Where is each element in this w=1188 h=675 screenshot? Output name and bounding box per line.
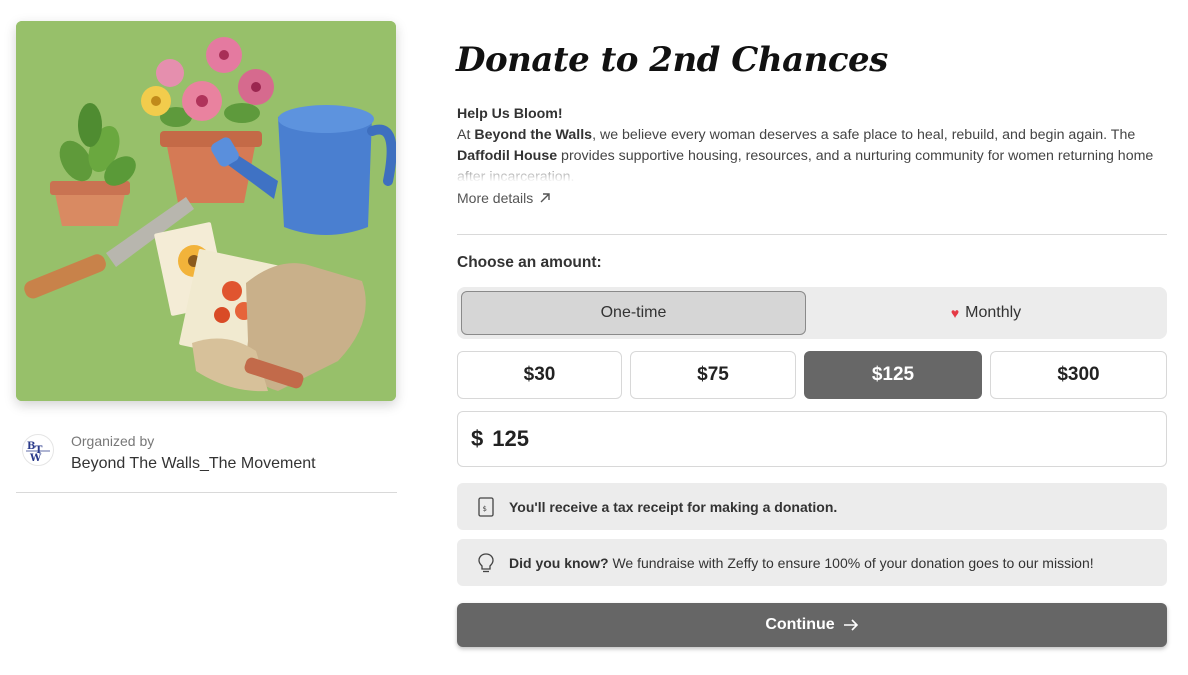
tax-receipt-notice: $ You'll receive a tax receipt for makin… xyxy=(457,483,1167,530)
arrow-right-icon xyxy=(843,619,858,631)
section-divider xyxy=(457,234,1167,235)
amount-option-300[interactable]: $300 xyxy=(990,351,1167,399)
organizer-name[interactable]: Beyond The Walls_The Movement xyxy=(71,455,316,473)
continue-button[interactable]: Continue xyxy=(457,603,1167,647)
organizer-label: Organized by xyxy=(71,433,155,449)
organizer-section: B T W Organized by Beyond The Walls_The … xyxy=(16,420,397,493)
campaign-description: Help Us Bloom! At Beyond the Walls, we b… xyxy=(457,104,1169,182)
garden-illustration xyxy=(16,21,396,401)
custom-amount-input[interactable] xyxy=(492,426,1093,452)
did-you-know-text: Did you know? We fundraise with Zeffy to… xyxy=(509,554,1094,571)
monthly-option[interactable]: ♥ Monthly xyxy=(809,291,1163,335)
did-you-know-notice: Did you know? We fundraise with Zeffy to… xyxy=(457,539,1167,586)
receipt-icon: $ xyxy=(478,496,494,517)
one-time-option[interactable]: One-time xyxy=(461,291,806,335)
more-details-label: More details xyxy=(457,190,534,206)
amount-option-30[interactable]: $30 xyxy=(457,351,622,399)
campaign-hero-image xyxy=(16,21,396,401)
organizer-logo-icon: B T W xyxy=(26,441,50,464)
choose-amount-label: Choose an amount: xyxy=(457,254,602,271)
monthly-label: Monthly xyxy=(965,304,1022,321)
heart-icon: ♥ xyxy=(950,305,960,321)
amount-options: $30 $75 $125 $300 xyxy=(457,351,1167,399)
lightbulb-icon xyxy=(478,552,494,572)
continue-label: Continue xyxy=(765,616,835,633)
more-details-link[interactable]: More details xyxy=(457,190,551,206)
currency-symbol: $ xyxy=(471,426,484,451)
svg-text:W: W xyxy=(29,453,42,464)
arrow-up-right-icon xyxy=(540,193,550,203)
frequency-toggle: One-time ♥ Monthly xyxy=(457,287,1167,339)
amount-option-75[interactable]: $75 xyxy=(630,351,796,399)
description-heading: Help Us Bloom! xyxy=(457,106,563,122)
organizer-logo: B T W xyxy=(22,434,54,466)
svg-text:$: $ xyxy=(483,505,487,513)
tax-receipt-text: You'll receive a tax receipt for making … xyxy=(509,498,838,515)
custom-amount-field[interactable]: $ xyxy=(457,411,1167,467)
campaign-title: Donate to 2nd Chances xyxy=(456,40,888,80)
description-fade xyxy=(457,160,1169,182)
amount-option-125[interactable]: $125 xyxy=(804,351,982,399)
